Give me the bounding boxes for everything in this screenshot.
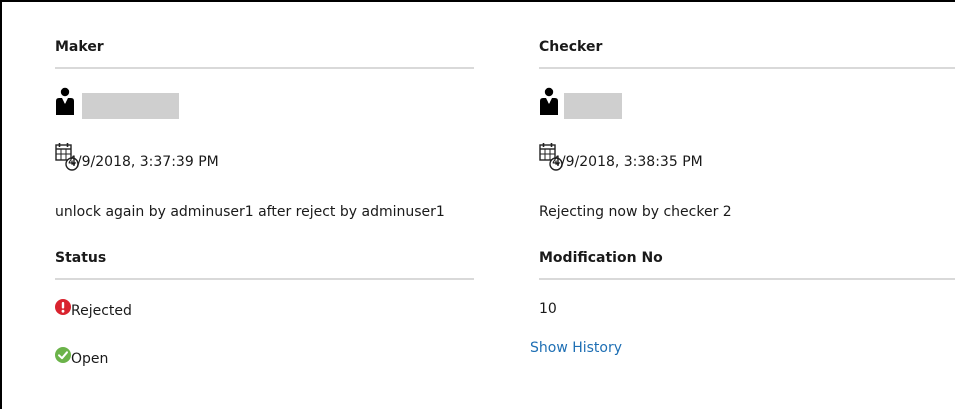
maker-heading: Maker: [55, 38, 474, 69]
status-label-open: Open: [71, 351, 109, 367]
checkmark-circle-icon: [55, 347, 71, 363]
status-label-rejected: Rejected: [71, 303, 132, 319]
person-icon: [540, 87, 558, 115]
checker-username-redacted: [564, 93, 622, 119]
modification-number: 10: [539, 301, 557, 317]
checker-heading-label: Checker: [539, 39, 603, 55]
checker-date: 4/9/2018, 3:38:35 PM: [539, 142, 799, 172]
maker-date: 4/9/2018, 3:37:39 PM: [55, 142, 315, 172]
maker-username-redacted: [82, 93, 179, 119]
maker-checker-panel: Maker 4/9/2018, 3:37:39 PM unlock again …: [0, 0, 955, 409]
person-icon: [56, 87, 74, 115]
checker-timestamp: 4/9/2018, 3:38:35 PM: [552, 154, 703, 170]
modification-heading: Modification No: [539, 249, 955, 280]
exclamation-circle-icon: [55, 299, 71, 315]
status-item-rejected: Rejected: [55, 299, 175, 319]
show-history-link[interactable]: Show History: [530, 339, 622, 357]
checker-user: [539, 87, 629, 119]
maker-comment: unlock again by adminuser1 after reject …: [55, 204, 445, 220]
maker-timestamp: 4/9/2018, 3:37:39 PM: [68, 154, 219, 170]
maker-heading-label: Maker: [55, 39, 104, 55]
status-item-open: Open: [55, 347, 175, 367]
modification-heading-label: Modification No: [539, 250, 663, 266]
status-heading-label: Status: [55, 250, 107, 266]
maker-user: [55, 87, 185, 119]
status-heading: Status: [55, 249, 474, 280]
checker-comment: Rejecting now by checker 2: [539, 204, 732, 220]
checker-heading: Checker: [539, 38, 955, 69]
